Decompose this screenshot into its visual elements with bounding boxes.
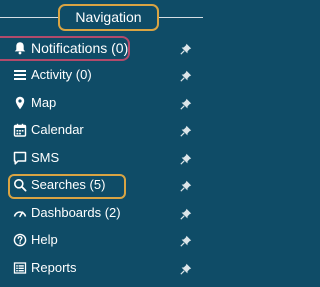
nav-item-dashboards[interactable]: Dashboards (2): [0, 199, 207, 227]
nav-item-label: Calendar: [31, 122, 84, 138]
nav-header: Navigation: [0, 0, 207, 34]
pin-icon[interactable]: [180, 234, 192, 247]
nav-item-label: Notifications (0): [31, 39, 129, 56]
nav-item-label: Map: [31, 94, 57, 110]
help-icon: [13, 233, 27, 247]
nav-item-sms[interactable]: SMS: [0, 144, 207, 172]
calendar-icon: [13, 123, 27, 137]
header-divider-right: [159, 17, 203, 18]
pin-icon[interactable]: [180, 124, 192, 137]
chat-icon: [13, 151, 27, 165]
pin-icon[interactable]: [180, 262, 192, 275]
bell-icon: [13, 41, 27, 55]
nav-item-map[interactable]: Map: [0, 89, 207, 117]
nav-item-searches[interactable]: Searches (5): [0, 172, 207, 200]
nav-item-label: Activity (0): [31, 67, 92, 83]
nav-item-label: Reports: [31, 259, 77, 275]
nav-item-label: Dashboards (2): [31, 204, 121, 220]
pin-icon[interactable]: [180, 207, 192, 220]
nav-item-calendar[interactable]: Calendar: [0, 117, 207, 145]
header-divider-left: [0, 17, 58, 18]
nav-item-reports[interactable]: Reports: [0, 254, 207, 282]
gauge-icon: [13, 206, 27, 220]
nav-item-label: Searches (5): [31, 177, 106, 193]
pin-icon[interactable]: [180, 97, 192, 110]
nav-item-activity[interactable]: Activity (0): [0, 62, 207, 90]
nav-list: Notifications (0) Activity (0) Map Calen…: [0, 34, 207, 282]
pin-icon[interactable]: [180, 179, 192, 192]
search-icon: [13, 178, 27, 192]
nav-item-label: SMS: [31, 149, 60, 165]
nav-item-label: Help: [31, 232, 58, 248]
pin-icon[interactable]: [180, 69, 192, 82]
list-icon: [13, 68, 27, 82]
nav-item-help[interactable]: Help: [0, 227, 207, 255]
map-pin-icon: [13, 96, 27, 110]
report-icon: [13, 261, 27, 275]
nav-title: Navigation: [58, 4, 159, 31]
nav-item-notifications[interactable]: Notifications (0): [0, 34, 207, 62]
pin-icon[interactable]: [180, 42, 192, 55]
pin-icon[interactable]: [180, 152, 192, 165]
